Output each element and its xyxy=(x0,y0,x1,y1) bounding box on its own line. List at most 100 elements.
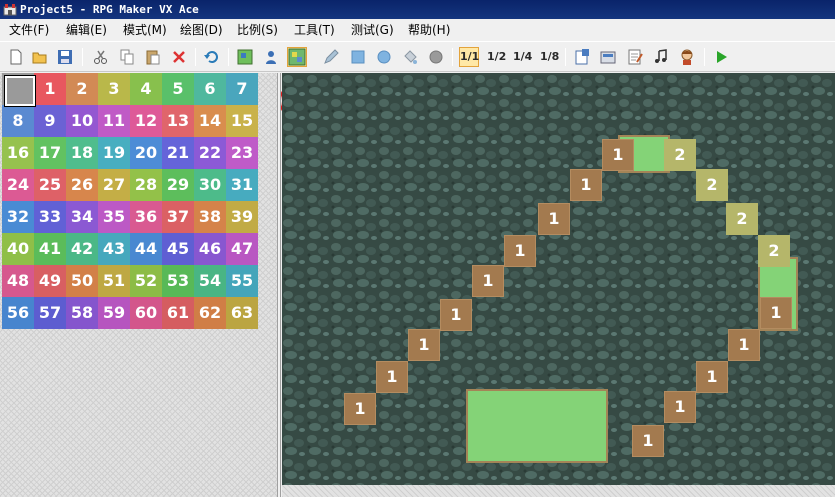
event-layer-icon[interactable] xyxy=(262,48,280,66)
region-cell[interactable]: 45 xyxy=(162,233,194,265)
open-project-icon[interactable] xyxy=(31,48,49,66)
map-layer-icon[interactable] xyxy=(236,48,254,66)
region-cell[interactable]: 26 xyxy=(66,169,98,201)
menu-test[interactable]: 测试(G) xyxy=(351,19,394,41)
region-cell[interactable]: 17 xyxy=(34,137,66,169)
playtest-icon[interactable] xyxy=(712,48,730,66)
ellipse-icon[interactable] xyxy=(375,48,393,66)
character-generator-icon[interactable] xyxy=(678,48,696,66)
paste-icon[interactable] xyxy=(144,48,162,66)
menu-edit[interactable]: 编辑(E) xyxy=(66,19,107,41)
region-cell[interactable]: 29 xyxy=(162,169,194,201)
region-tile[interactable]: 1 xyxy=(376,361,408,393)
region-cell[interactable]: 61 xyxy=(162,297,194,329)
region-cell[interactable]: 19 xyxy=(98,137,130,169)
region-tile[interactable]: 1 xyxy=(632,425,664,457)
menu-help[interactable]: 帮助(H) xyxy=(408,19,450,41)
region-cell[interactable]: 3 xyxy=(98,73,130,105)
region-cell[interactable]: 1 xyxy=(34,73,66,105)
shadow-pen-icon[interactable] xyxy=(427,48,445,66)
region-cell[interactable]: 15 xyxy=(226,105,258,137)
region-cell[interactable]: 36 xyxy=(130,201,162,233)
region-cell[interactable]: 16 xyxy=(2,137,34,169)
region-cell[interactable]: 28 xyxy=(130,169,162,201)
delete-icon[interactable] xyxy=(170,48,188,66)
region-cell[interactable]: 30 xyxy=(194,169,226,201)
region-cell[interactable]: 37 xyxy=(162,201,194,233)
region-cell[interactable]: 51 xyxy=(98,265,130,297)
region-cell[interactable]: 4 xyxy=(130,73,162,105)
region-cell[interactable]: 39 xyxy=(226,201,258,233)
pencil-icon[interactable] xyxy=(322,48,340,66)
region-cell[interactable]: 32 xyxy=(2,201,34,233)
region-tile[interactable]: 1 xyxy=(696,361,728,393)
scale-1-8-button[interactable]: 1/8 xyxy=(540,48,559,66)
menu-scale[interactable]: 比例(S) xyxy=(237,19,278,41)
region-cell[interactable]: 22 xyxy=(194,137,226,169)
new-project-icon[interactable] xyxy=(7,48,25,66)
rectangle-icon[interactable] xyxy=(349,48,367,66)
region-tile[interactable]: 1 xyxy=(472,265,504,297)
region-tile[interactable]: 1 xyxy=(344,393,376,425)
sound-test-icon[interactable] xyxy=(652,48,670,66)
region-cell[interactable]: 27 xyxy=(98,169,130,201)
region-cell[interactable]: 43 xyxy=(98,233,130,265)
region-cell[interactable]: 6 xyxy=(194,73,226,105)
region-cell[interactable]: 23 xyxy=(226,137,258,169)
region-cell[interactable]: 25 xyxy=(34,169,66,201)
region-cell[interactable]: 34 xyxy=(66,201,98,233)
region-cell[interactable]: 47 xyxy=(226,233,258,265)
region-cell[interactable]: 44 xyxy=(130,233,162,265)
region-cell[interactable]: 53 xyxy=(162,265,194,297)
save-project-icon[interactable] xyxy=(56,48,74,66)
map-view[interactable]: 121212121111111111 xyxy=(282,73,835,497)
scale-1-4-button[interactable]: 1/4 xyxy=(513,48,532,66)
panel-splitter[interactable] xyxy=(277,73,281,497)
region-cell[interactable]: 49 xyxy=(34,265,66,297)
region-tile[interactable]: 1 xyxy=(602,139,634,171)
region-tile[interactable]: 2 xyxy=(664,139,696,171)
region-cell[interactable]: 46 xyxy=(194,233,226,265)
region-cell[interactable]: 12 xyxy=(130,105,162,137)
region-cell[interactable]: 54 xyxy=(194,265,226,297)
region-tile[interactable]: 1 xyxy=(440,299,472,331)
menu-file[interactable]: 文件(F) xyxy=(9,19,49,41)
region-tile[interactable]: 1 xyxy=(570,169,602,201)
database-icon[interactable] xyxy=(573,48,591,66)
region-cell[interactable]: 42 xyxy=(66,233,98,265)
copy-icon[interactable] xyxy=(118,48,136,66)
region-cell[interactable]: 2 xyxy=(66,73,98,105)
region-cell[interactable]: 33 xyxy=(34,201,66,233)
resource-manager-icon[interactable] xyxy=(599,48,617,66)
region-cell[interactable]: 60 xyxy=(130,297,162,329)
region-tile[interactable]: 1 xyxy=(408,329,440,361)
region-cell[interactable]: 59 xyxy=(98,297,130,329)
region-cell[interactable]: 56 xyxy=(2,297,34,329)
region-tile[interactable]: 2 xyxy=(758,235,790,267)
region-cell[interactable]: 5 xyxy=(162,73,194,105)
region-tile[interactable]: 1 xyxy=(728,329,760,361)
region-cell[interactable]: 10 xyxy=(66,105,98,137)
region-tile[interactable]: 1 xyxy=(504,235,536,267)
region-cell[interactable]: 58 xyxy=(66,297,98,329)
undo-icon[interactable] xyxy=(203,48,221,66)
region-tile[interactable]: 2 xyxy=(696,169,728,201)
cut-icon[interactable] xyxy=(92,48,110,66)
region-cell[interactable]: 41 xyxy=(34,233,66,265)
region-cell[interactable]: 20 xyxy=(130,137,162,169)
region-cell[interactable]: 9 xyxy=(34,105,66,137)
region-cell[interactable]: 55 xyxy=(226,265,258,297)
region-cell[interactable]: 50 xyxy=(66,265,98,297)
menu-mode[interactable]: 模式(M) xyxy=(123,19,167,41)
region-tile[interactable]: 1 xyxy=(664,391,696,423)
region-tile[interactable]: 1 xyxy=(538,203,570,235)
scale-1-1-button[interactable]: 1/1 xyxy=(459,47,479,67)
menu-draw[interactable]: 绘图(D) xyxy=(180,19,223,41)
region-cell[interactable]: 48 xyxy=(2,265,34,297)
region-cell[interactable]: 38 xyxy=(194,201,226,233)
region-cell[interactable]: 14 xyxy=(194,105,226,137)
scale-1-2-button[interactable]: 1/2 xyxy=(487,48,506,66)
region-cell[interactable]: 13 xyxy=(162,105,194,137)
region-cell[interactable]: 24 xyxy=(2,169,34,201)
region-cell[interactable]: 31 xyxy=(226,169,258,201)
